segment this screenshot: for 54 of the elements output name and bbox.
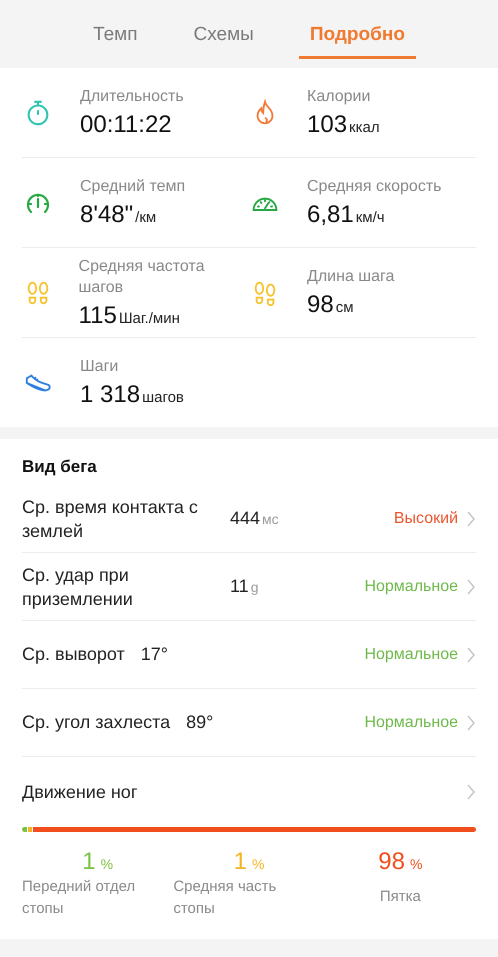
rating-text: Нормальное xyxy=(364,578,458,596)
metric-value: 89° xyxy=(186,712,214,733)
chevron-right-icon xyxy=(466,578,476,596)
metric-value: 17° xyxy=(140,644,168,665)
stat-value: 115 xyxy=(78,302,117,330)
metric-value: 444 xyxy=(230,508,260,529)
part-label: Средняя часть стопы xyxy=(173,877,278,919)
percent-reading: 1 % xyxy=(82,848,114,876)
stat-unit: шагов xyxy=(142,389,184,406)
metric-unit: мс xyxy=(262,511,279,527)
stat-label: Калории xyxy=(307,87,372,107)
gait-row[interactable]: Ср. удар при приземлении 11 g Нормальное xyxy=(22,553,476,621)
stat-label: Средний темп xyxy=(80,177,186,197)
stat-value: 98 xyxy=(307,291,334,319)
chevron-right-icon xyxy=(466,646,476,664)
stat-label: Средняя частота шагов xyxy=(78,256,206,298)
stat-label: Длительность xyxy=(80,87,184,107)
rating-text: Нормальное xyxy=(364,714,458,732)
metric-label: Ср. удар при приземлении xyxy=(22,564,134,610)
stat-value: 8'48" xyxy=(80,201,134,229)
stat-unit: км/ч xyxy=(356,209,385,226)
gait-row[interactable]: Ср. время контакта с землей 444 мс Высокий xyxy=(22,485,476,553)
chevron-right-icon xyxy=(466,714,476,732)
stat-unit: Шаг./мин xyxy=(118,310,180,326)
metric-label: Ср. угол захлеста xyxy=(22,712,170,733)
stat-unit: см xyxy=(336,299,354,316)
stat-value: 6,81 xyxy=(307,201,354,229)
percent-reading: 98 % xyxy=(378,848,422,876)
part-label: Передний отдел стопы xyxy=(22,877,136,919)
chevron-right-icon xyxy=(466,783,476,801)
stat-label: Длина шага xyxy=(307,267,394,287)
stat-value: 00:11:22 xyxy=(80,111,172,139)
stat-value: 103 xyxy=(307,111,348,139)
stat-label: Шаги xyxy=(80,357,120,377)
stat-value: 1 318 xyxy=(80,381,140,409)
chevron-right-icon xyxy=(466,510,476,528)
percent-reading: 1 % xyxy=(234,848,264,876)
tab[interactable]: Схемы xyxy=(182,24,265,59)
tab[interactable]: Темп xyxy=(82,24,149,59)
gait-row[interactable]: Ср. угол захлеста 89° Нормальное xyxy=(22,689,476,757)
gait-row[interactable]: Ср. выворот 17° Нормальное xyxy=(22,621,476,689)
metric-value: 11 xyxy=(230,576,249,597)
metric-label: Ср. выворот xyxy=(22,644,125,665)
rating-text: Высокий xyxy=(394,510,458,528)
stat-unit: /км xyxy=(135,209,156,226)
metric-unit: g xyxy=(250,579,258,595)
metric-label: Ср. время контакта с землей xyxy=(22,496,199,542)
foot-strike-row[interactable]: Движение ног xyxy=(22,757,476,827)
part-label: Пятка xyxy=(380,887,421,907)
section-title: Вид бега xyxy=(22,456,98,478)
stat-unit: ккал xyxy=(349,119,380,136)
metric-label: Движение ног xyxy=(22,782,138,802)
stat-label: Средняя скорость xyxy=(307,177,442,197)
rating-text: Нормальное xyxy=(364,646,458,664)
